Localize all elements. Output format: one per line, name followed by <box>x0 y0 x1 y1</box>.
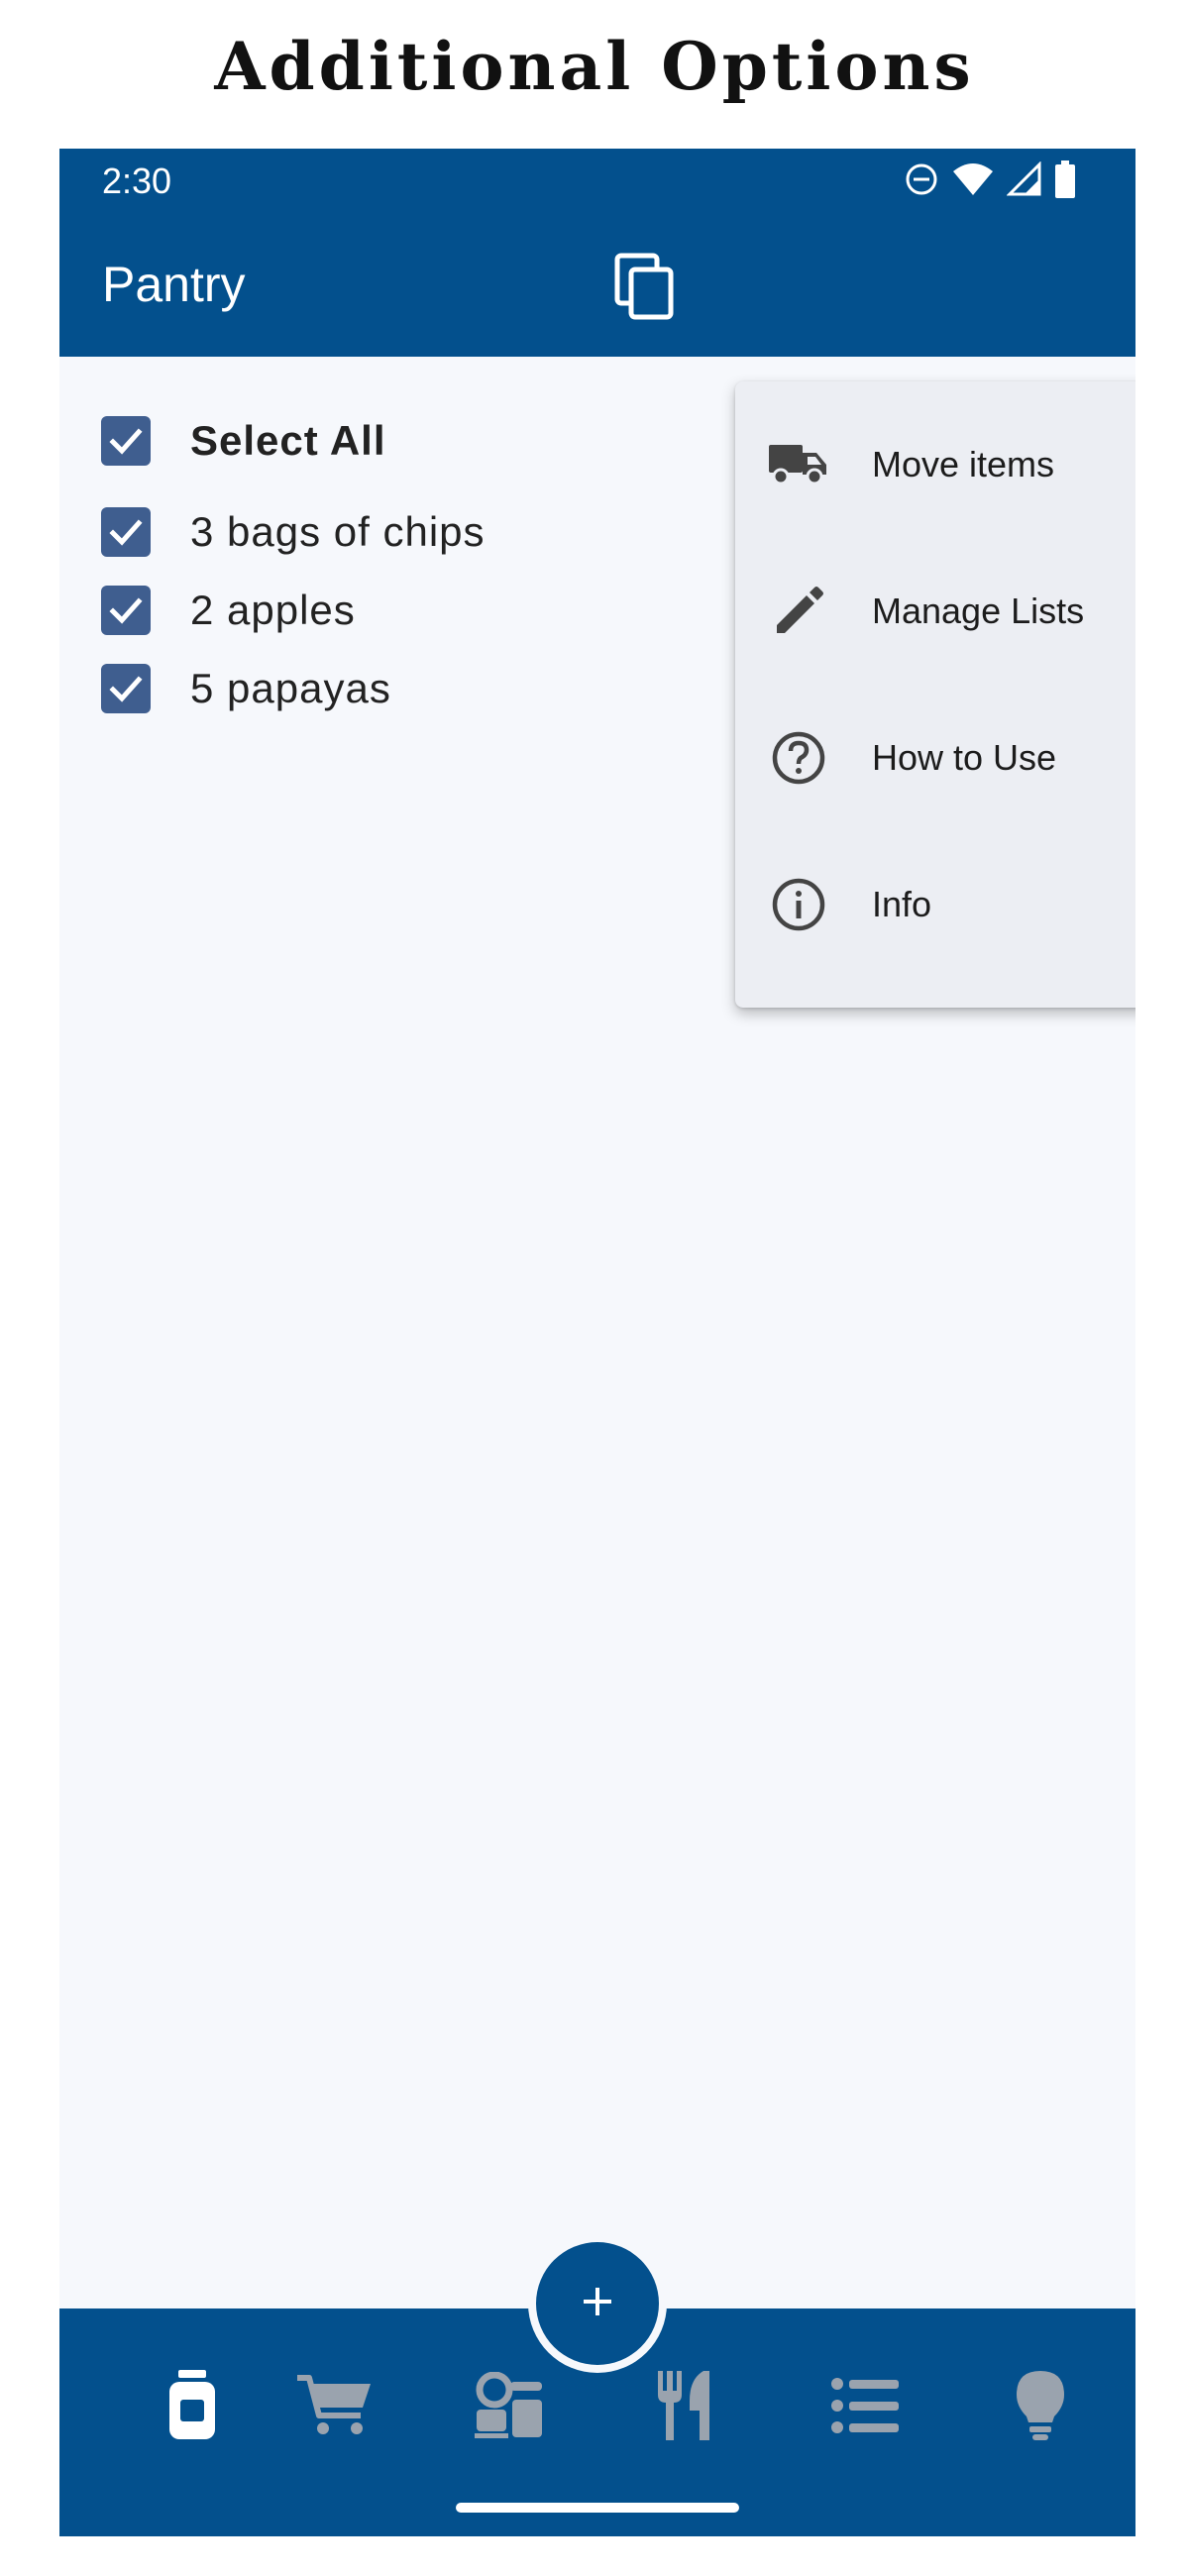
menu-item-label: Info <box>872 884 932 924</box>
nav-item-shopping[interactable] <box>295 2368 375 2447</box>
item-label: 5 papayas <box>190 665 391 711</box>
checkmark-icon <box>109 519 143 546</box>
status-time: 2:30 <box>102 161 172 201</box>
info-icon <box>767 873 830 936</box>
truck-icon <box>767 433 830 496</box>
item-checkbox[interactable] <box>101 664 151 713</box>
kitchen-appliances-icon <box>475 2371 546 2444</box>
select-all-checkbox[interactable] <box>101 416 151 466</box>
app-bar: 2:30 Pantry <box>59 149 1135 357</box>
item-checkbox[interactable] <box>101 507 151 557</box>
item-label: 2 apples <box>190 587 356 633</box>
overflow-menu: Move items Manage Lists How to Use Info <box>735 381 1135 1008</box>
wifi-icon <box>951 161 995 197</box>
menu-item-manage-lists[interactable]: Manage Lists <box>735 538 1135 685</box>
checkmark-icon <box>109 428 143 455</box>
lightbulb-icon <box>1017 2370 1064 2445</box>
select-all-row[interactable]: Select All <box>101 416 386 466</box>
jar-icon <box>169 2369 215 2446</box>
help-circle-icon <box>767 726 830 790</box>
battery-icon <box>1054 161 1076 198</box>
status-icons <box>904 159 1076 200</box>
plus-icon <box>578 2282 617 2326</box>
copy-icon <box>609 253 679 325</box>
item-checkbox[interactable] <box>101 586 151 635</box>
menu-item-info[interactable]: Info <box>735 831 1135 978</box>
nav-item-pantry[interactable] <box>153 2368 232 2447</box>
menu-item-how-to-use[interactable]: How to Use <box>735 685 1135 831</box>
menu-item-label: Move items <box>872 444 1055 484</box>
menu-item-label: Manage Lists <box>872 590 1085 631</box>
copy-button[interactable] <box>609 252 679 321</box>
add-item-button[interactable] <box>536 2242 659 2365</box>
app-title: Pantry <box>102 257 246 312</box>
nav-item-kitchen[interactable] <box>471 2368 550 2447</box>
signal-icon <box>1007 161 1042 197</box>
cart-icon <box>297 2374 373 2442</box>
list-item[interactable]: 2 apples <box>101 586 356 635</box>
list-item[interactable]: 5 papayas <box>101 664 391 713</box>
select-all-label: Select All <box>190 417 386 464</box>
checkmark-icon <box>109 597 143 624</box>
home-indicator[interactable] <box>456 2503 739 2513</box>
menu-item-move-items[interactable]: Move items <box>735 391 1135 538</box>
item-label: 3 bags of chips <box>190 508 486 555</box>
do-not-disturb-icon <box>904 161 939 197</box>
pencil-icon <box>767 580 830 643</box>
list-item[interactable]: 3 bags of chips <box>101 507 486 557</box>
nav-item-lists[interactable] <box>825 2368 905 2447</box>
nav-item-meals[interactable] <box>646 2368 725 2447</box>
nav-item-ideas[interactable] <box>1001 2368 1080 2447</box>
menu-item-label: How to Use <box>872 737 1057 778</box>
fork-knife-icon <box>656 2370 715 2445</box>
phone-screen: 2:30 Pantry Select All 3 bags of chips 2… <box>59 149 1135 2536</box>
page-caption: Additional Options <box>214 28 975 105</box>
list-icon <box>831 2377 899 2438</box>
checkmark-icon <box>109 676 143 702</box>
